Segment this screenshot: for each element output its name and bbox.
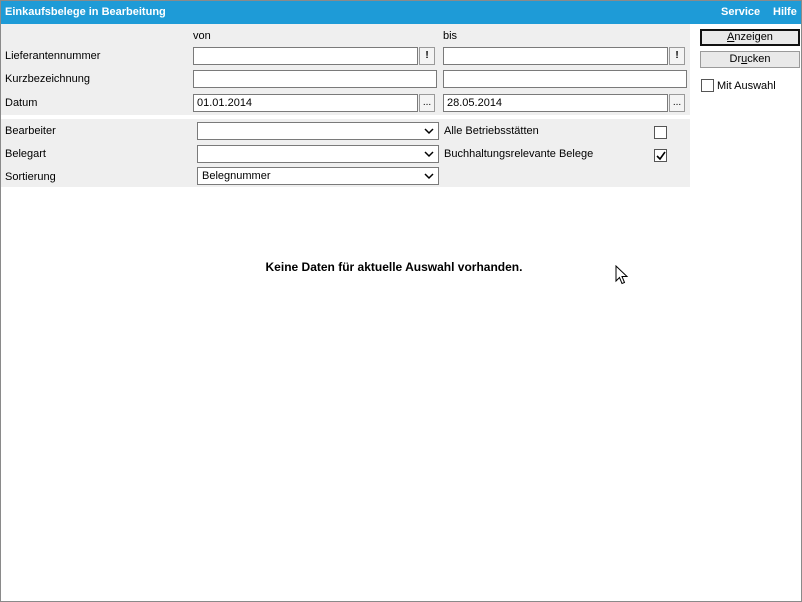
all-sites-checkbox[interactable] [654, 126, 667, 139]
short-name-label: Kurzbezeichnung [5, 73, 91, 85]
checkmark-icon [656, 151, 666, 161]
column-header-from: von [193, 30, 211, 42]
date-label: Datum [5, 97, 38, 109]
exclamation-icon: ! [675, 50, 679, 61]
supplier-number-to-lookup-button[interactable]: ! [669, 47, 685, 65]
title-bar: Einkaufsbelege in Bearbeitung Service Hi… [1, 1, 801, 24]
sorting-select[interactable]: Belegnummer [197, 167, 439, 185]
main-window: Einkaufsbelege in Bearbeitung Service Hi… [0, 0, 802, 602]
editor-label: Bearbeiter [5, 125, 56, 137]
short-name-to-input[interactable] [443, 70, 687, 88]
document-type-select[interactable] [197, 145, 439, 163]
column-header-to: bis [443, 30, 458, 42]
accounting-relevant-label: Buchhaltungsrelevante Belege [444, 148, 594, 160]
chevron-down-icon [424, 151, 434, 158]
sorting-select-value: Belegnummer [202, 170, 271, 182]
all-sites-label: Alle Betriebsstätten [444, 125, 539, 137]
supplier-number-to-input[interactable] [443, 47, 668, 65]
print-button[interactable]: Drucken [700, 51, 800, 68]
date-to-picker-button[interactable]: ... [669, 94, 685, 112]
short-name-from-input[interactable] [193, 70, 437, 88]
ellipsis-icon: ... [672, 97, 682, 108]
supplier-number-from-input[interactable] [193, 47, 418, 65]
editor-select[interactable] [197, 122, 439, 140]
mouse-pointer-icon [615, 265, 629, 285]
supplier-number-label: Lieferantennummer [5, 50, 101, 62]
exclamation-icon: ! [425, 50, 429, 61]
chevron-down-icon [424, 173, 434, 180]
date-from-picker-button[interactable]: ... [419, 94, 435, 112]
document-type-label: Belegart [5, 148, 46, 160]
date-from-input[interactable]: 01.01.2014 [193, 94, 418, 112]
show-button[interactable]: Anzeigen [700, 29, 800, 46]
print-button-label-pre: Dr [729, 53, 742, 65]
with-selection-checkbox[interactable] [701, 79, 714, 92]
filter-panel: Bearbeiter Alle Betriebsstätten Belegart… [1, 119, 690, 187]
menu-hilfe[interactable]: Hilfe [773, 6, 797, 18]
with-selection-label: Mit Auswahl [717, 80, 776, 92]
empty-result-message: Keine Daten für aktuelle Auswahl vorhand… [265, 260, 523, 274]
range-panel: von bis Lieferantennummer ! ! Kurzbezeic… [1, 24, 690, 115]
window-title: Einkaufsbelege in Bearbeitung [5, 6, 166, 18]
accounting-relevant-checkbox[interactable] [654, 149, 667, 162]
show-button-label-post: nzeigen [734, 31, 773, 43]
supplier-number-from-lookup-button[interactable]: ! [419, 47, 435, 65]
date-to-input[interactable]: 28.05.2014 [443, 94, 668, 112]
chevron-down-icon [424, 128, 434, 135]
ellipsis-icon: ... [422, 97, 432, 108]
menu-service[interactable]: Service [721, 6, 760, 18]
print-button-label-post: cken [747, 53, 771, 65]
sorting-label: Sortierung [5, 171, 56, 183]
